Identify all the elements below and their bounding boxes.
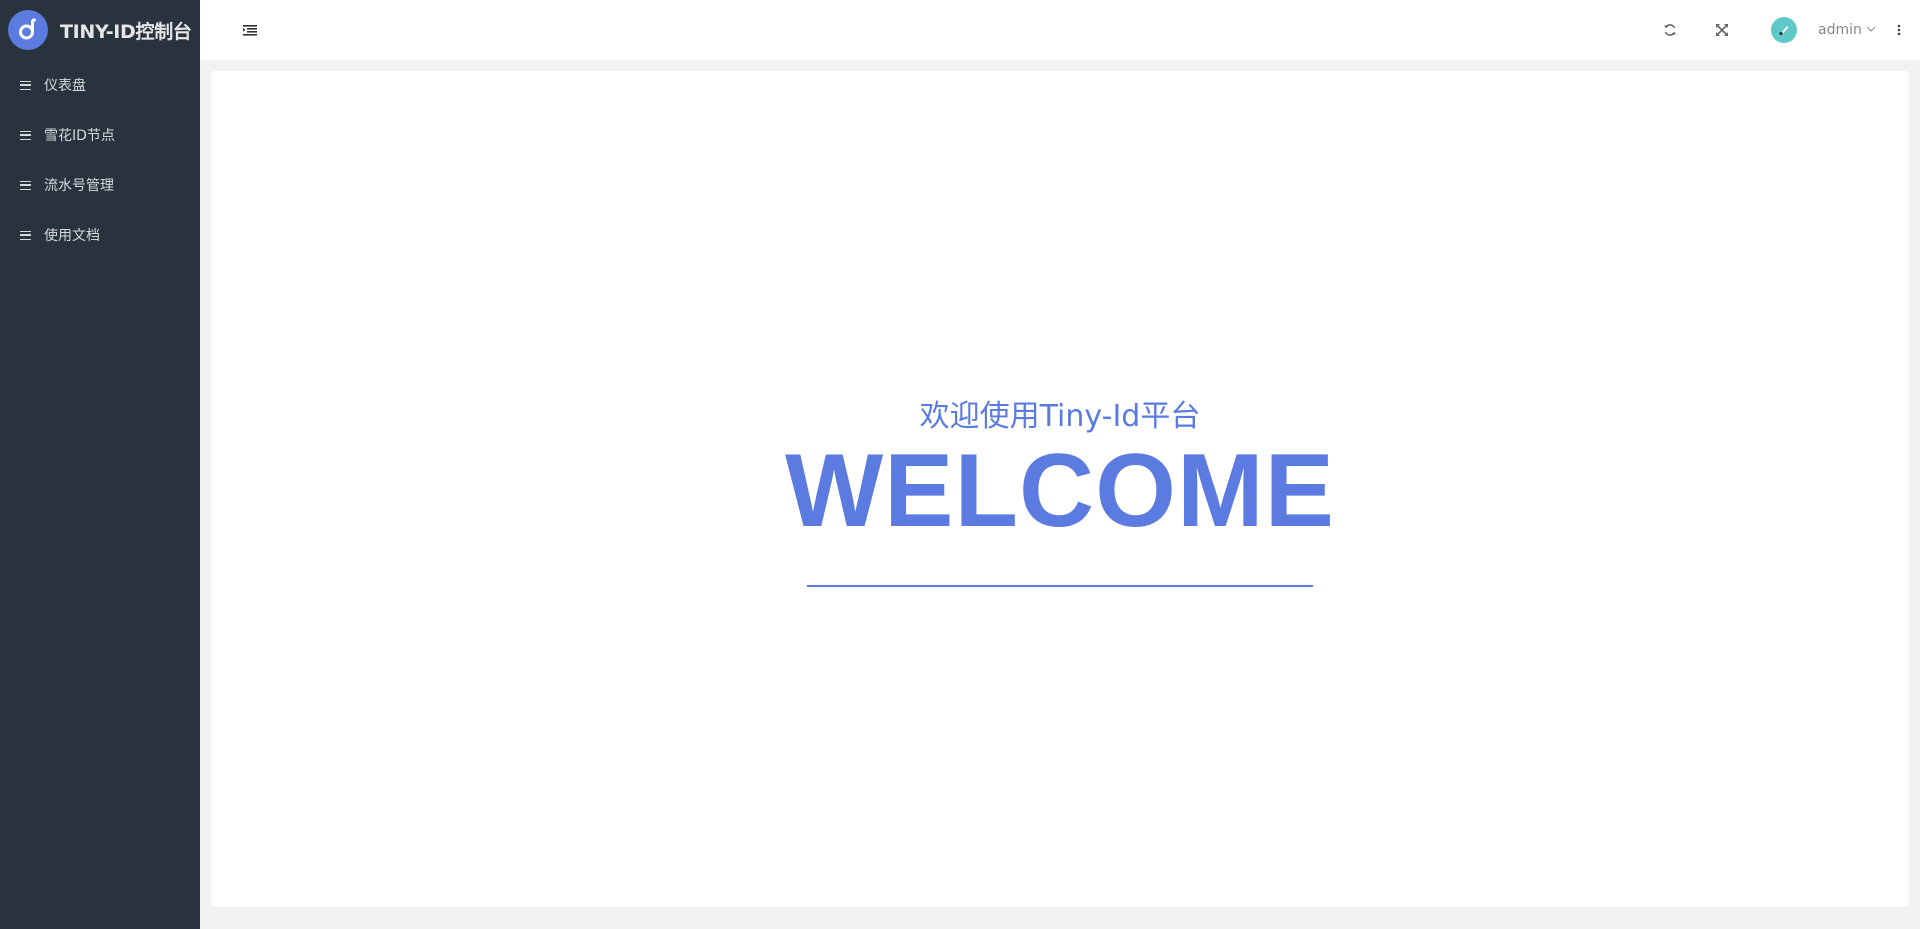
menu-lines-icon — [20, 180, 31, 190]
sidebar-item-docs[interactable]: 使用文档 — [0, 210, 200, 260]
sidebar: TINY-ID控制台 仪表盘 雪花ID节点 流水号管理 使用文档 — [0, 0, 200, 929]
sidebar-item-dashboard[interactable]: 仪表盘 — [0, 60, 200, 110]
sidebar-item-label: 雪花ID节点 — [44, 128, 115, 144]
refresh-icon[interactable] — [1660, 20, 1680, 40]
logo-icon — [8, 10, 48, 50]
avatar[interactable] — [1771, 17, 1797, 43]
menu-lines-icon — [20, 230, 31, 240]
app-title: TINY-ID控制台 — [60, 20, 192, 43]
logo[interactable]: TINY-ID控制台 — [0, 0, 200, 60]
sidebar-item-serial-numbers[interactable]: 流水号管理 — [0, 160, 200, 210]
divider — [807, 585, 1313, 587]
menu-lines-icon — [20, 130, 31, 140]
chevron-down-icon — [1866, 22, 1876, 38]
welcome-headline: WELCOME — [784, 433, 1336, 549]
user-name: admin — [1818, 22, 1862, 38]
sidebar-menu: 仪表盘 雪花ID节点 流水号管理 使用文档 — [0, 60, 200, 260]
fullscreen-icon[interactable] — [1712, 20, 1732, 40]
main-content: 欢迎使用Tiny-Id平台 WELCOME — [211, 71, 1909, 907]
welcome-subtitle: 欢迎使用Tiny-Id平台 — [919, 399, 1201, 434]
menu-lines-icon — [20, 80, 31, 90]
top-header: admin — [200, 0, 1920, 60]
sidebar-item-label: 流水号管理 — [44, 178, 114, 194]
user-menu[interactable]: admin — [1818, 20, 1876, 40]
sidebar-item-label: 仪表盘 — [44, 78, 86, 94]
more-vertical-icon[interactable] — [1892, 20, 1906, 40]
sidebar-item-snowflake-nodes[interactable]: 雪花ID节点 — [0, 110, 200, 160]
sidebar-item-label: 使用文档 — [44, 228, 100, 244]
collapse-menu-icon[interactable] — [242, 22, 258, 38]
